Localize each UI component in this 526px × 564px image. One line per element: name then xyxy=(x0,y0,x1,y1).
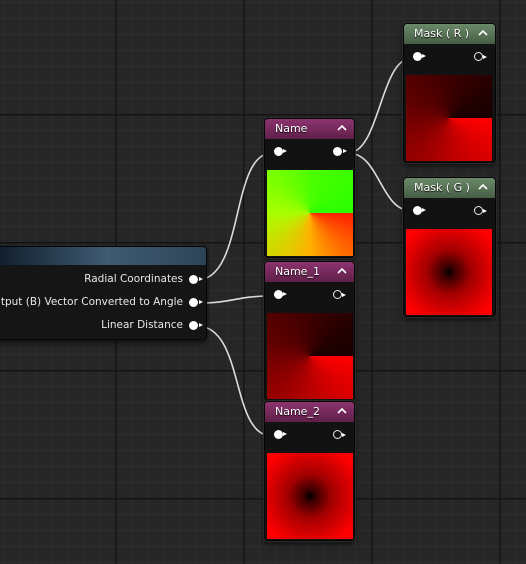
node-name-2-header[interactable]: Name_2 xyxy=(265,402,354,422)
node-name-2[interactable]: Name_2 xyxy=(264,401,355,541)
source-node-header[interactable] xyxy=(0,247,206,265)
node-mask-r[interactable]: Mask ( R ) xyxy=(403,23,496,163)
node-name-header[interactable]: Name xyxy=(265,119,354,139)
output-label-angle: Output (B) Vector Converted to Angle xyxy=(0,296,183,308)
chevron-up-icon[interactable] xyxy=(478,182,488,192)
node-mask-g-header[interactable]: Mask ( G ) xyxy=(404,178,495,198)
chevron-up-icon[interactable] xyxy=(337,123,347,133)
node-name-input-pin-icon[interactable] xyxy=(274,147,287,156)
node-mask-g[interactable]: Mask ( G ) xyxy=(403,177,496,317)
node-name-1-title: Name_1 xyxy=(275,265,320,278)
node-name-2-input-pin-icon[interactable] xyxy=(274,430,287,439)
node-name-2-output-pin-icon[interactable] xyxy=(333,430,346,439)
output-label-radial: Radial Coordinates xyxy=(84,273,183,285)
node-name-title: Name xyxy=(275,122,308,135)
output-row-angle: Output (B) Vector Converted to Angle xyxy=(0,296,206,310)
node-mask-g-preview xyxy=(406,229,492,315)
output-label-distance: Linear Distance xyxy=(101,319,183,331)
node-name-1-header[interactable]: Name_1 xyxy=(265,262,354,282)
node-mask-r-title: Mask ( R ) xyxy=(414,27,470,40)
node-name-2-preview xyxy=(267,453,353,539)
node-name[interactable]: Name xyxy=(264,118,355,258)
output-row-distance: Linear Distance xyxy=(0,319,206,333)
chevron-up-icon[interactable] xyxy=(478,28,488,38)
node-mask-r-preview xyxy=(406,75,492,161)
chevron-up-icon[interactable] xyxy=(337,406,347,416)
node-name-output-pin-icon[interactable] xyxy=(333,147,347,156)
node-name-1[interactable]: Name_1 xyxy=(264,261,355,401)
output-row-radial: Radial Coordinates xyxy=(0,273,206,287)
node-mask-g-title: Mask ( G ) xyxy=(414,181,470,194)
node-name-1-preview xyxy=(267,313,353,399)
node-mask-r-input-pin-icon[interactable] xyxy=(413,52,426,61)
source-node[interactable]: Radial Coordinates Output (B) Vector Con… xyxy=(0,246,207,340)
chevron-up-icon[interactable] xyxy=(337,266,347,276)
node-mask-r-header[interactable]: Mask ( R ) xyxy=(404,24,495,44)
node-name-1-output-pin-icon[interactable] xyxy=(333,290,346,299)
node-name-preview xyxy=(267,170,353,256)
node-name-2-title: Name_2 xyxy=(275,405,320,418)
output-pin-distance-icon[interactable] xyxy=(189,321,203,330)
node-mask-g-output-pin-icon[interactable] xyxy=(474,206,487,215)
node-mask-g-input-pin-icon[interactable] xyxy=(413,206,426,215)
output-pin-angle-icon[interactable] xyxy=(189,298,203,307)
output-pin-radial-icon[interactable] xyxy=(189,275,203,284)
node-mask-r-output-pin-icon[interactable] xyxy=(474,52,487,61)
node-name-1-input-pin-icon[interactable] xyxy=(274,290,287,299)
